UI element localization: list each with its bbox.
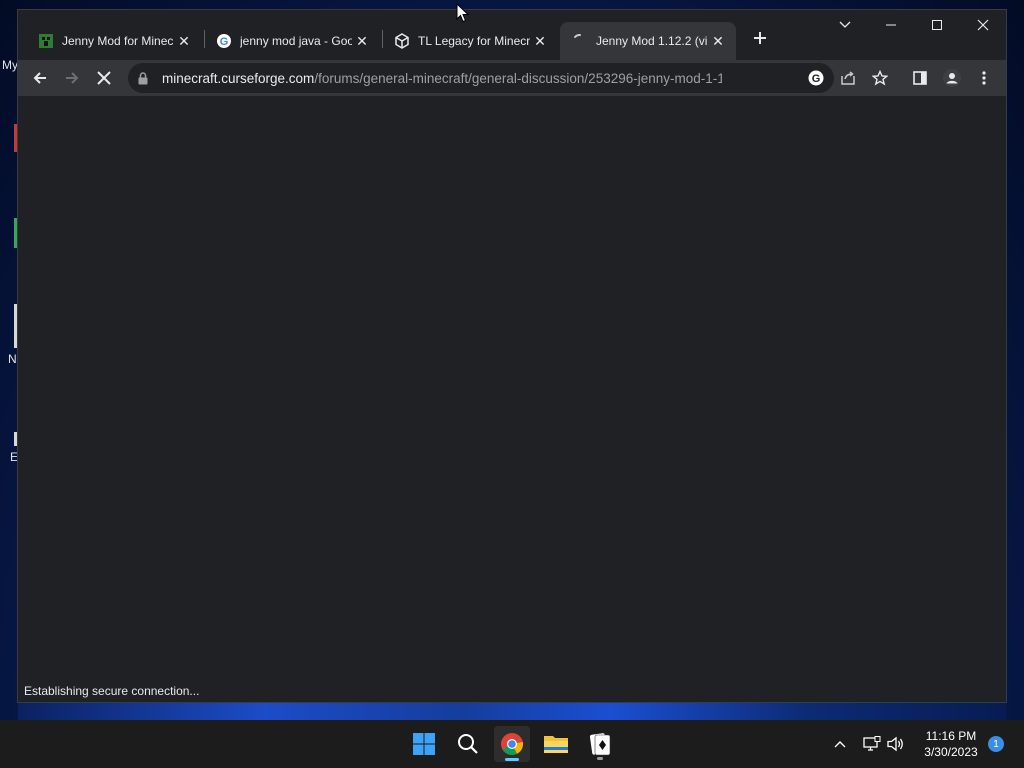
back-button[interactable]	[26, 64, 54, 92]
notification-badge[interactable]: 1	[988, 736, 1004, 752]
google-icon: G	[808, 70, 824, 86]
tab-strip: Jenny Mod for Minecraft ✕ G jenny mod ja…	[18, 10, 1006, 60]
windows-icon	[413, 733, 435, 755]
clock-time: 11:16 PM	[925, 729, 977, 743]
address-bar[interactable]: minecraft.curseforge.com/forums/general-…	[128, 63, 834, 93]
stop-loading-button[interactable]	[90, 64, 118, 92]
tab-title: Jenny Mod 1.12.2 (virus)	[596, 34, 708, 48]
network-icon	[863, 736, 881, 751]
search-icon	[458, 734, 478, 754]
tab-title: Jenny Mod for Minecraft	[62, 34, 174, 48]
page-content[interactable]: Establishing secure connection...	[18, 96, 1006, 702]
desktop-icon-label[interactable]: My	[2, 58, 18, 72]
tab-google-search[interactable]: G jenny mod java - Google Search ✕	[204, 22, 380, 60]
show-hidden-icons-button[interactable]	[830, 734, 850, 754]
bookmark-button[interactable]	[866, 64, 894, 92]
loading-spinner-icon	[572, 33, 588, 49]
minimize-button[interactable]	[868, 10, 914, 40]
plus-icon	[754, 32, 766, 44]
running-indicator	[597, 757, 603, 760]
volume-button[interactable]	[886, 734, 906, 754]
search-button[interactable]	[450, 726, 486, 762]
svg-text:G: G	[220, 36, 229, 48]
clock-date: 3/30/2023	[924, 745, 978, 759]
star-icon	[872, 70, 888, 86]
speaker-icon	[887, 736, 903, 752]
share-button[interactable]	[834, 64, 862, 92]
tab-close-icon[interactable]: ✕	[708, 31, 728, 51]
side-panel-button[interactable]	[906, 64, 934, 92]
taskbar-solitaire[interactable]	[582, 726, 618, 762]
desktop-icon-label[interactable]: N	[8, 352, 17, 366]
taskbar-file-explorer[interactable]	[538, 726, 574, 762]
tab-jenny-mod-active[interactable]: Jenny Mod 1.12.2 (virus) ✕	[560, 22, 736, 60]
tab-jenny-mod[interactable]: Jenny Mod for Minecraft ✕	[26, 22, 202, 60]
wallpaper-strip	[18, 702, 1006, 720]
chrome-icon	[501, 733, 524, 755]
google-icon: G	[216, 33, 232, 49]
cube-icon	[394, 33, 410, 49]
start-button[interactable]	[406, 726, 442, 762]
tab-close-icon[interactable]: ✕	[530, 31, 550, 51]
network-button[interactable]	[862, 734, 882, 754]
folder-icon	[544, 736, 568, 753]
chevron-down-icon	[839, 21, 851, 28]
active-indicator	[505, 758, 519, 761]
tab-search-button[interactable]	[822, 10, 868, 40]
tab-title: TL Legacy for Minecraft	[418, 34, 530, 48]
profile-button[interactable]	[938, 64, 966, 92]
arrow-right-icon	[66, 72, 79, 84]
chrome-menu-button[interactable]	[970, 64, 998, 92]
new-tab-button[interactable]	[748, 26, 772, 50]
close-icon	[97, 71, 111, 85]
minimize-icon	[886, 24, 896, 26]
status-bubble: Establishing secure connection...	[18, 680, 206, 702]
google-lens-button[interactable]: G	[804, 66, 828, 90]
taskbar: 11:16 PM 3/30/2023	[0, 720, 1024, 768]
share-icon	[841, 71, 855, 85]
browser-toolbar: minecraft.curseforge.com/forums/general-…	[18, 60, 1006, 96]
chrome-window: Jenny Mod for Minecraft ✕ G jenny mod ja…	[18, 10, 1006, 702]
tab-title: jenny mod java - Google Search	[240, 34, 352, 48]
more-vertical-icon	[982, 71, 986, 85]
tab-close-icon[interactable]: ✕	[174, 31, 194, 51]
mouse-cursor-icon	[456, 3, 470, 23]
arrow-left-icon	[33, 72, 46, 84]
svg-text:G: G	[812, 73, 821, 85]
close-window-button[interactable]	[960, 10, 1006, 40]
close-icon	[977, 19, 989, 31]
url-text: minecraft.curseforge.com/forums/general-…	[162, 71, 722, 86]
chevron-up-icon	[834, 741, 846, 748]
tab-tl-legacy[interactable]: TL Legacy for Minecraft ✕	[382, 22, 558, 60]
url-host: minecraft.curseforge.com	[162, 70, 315, 86]
creeper-icon	[38, 33, 54, 49]
lock-icon	[138, 71, 152, 85]
cards-icon	[589, 733, 611, 756]
url-path: /forums/general-minecraft/general-discus…	[314, 70, 722, 86]
taskbar-chrome[interactable]	[494, 726, 530, 762]
person-icon	[943, 69, 961, 87]
desktop-icon-label[interactable]: E	[10, 450, 18, 464]
side-panel-icon	[913, 71, 927, 85]
maximize-icon	[932, 20, 942, 30]
clock[interactable]: 11:16 PM 3/30/2023	[912, 728, 990, 760]
forward-button[interactable]	[58, 64, 86, 92]
maximize-button[interactable]	[914, 10, 960, 40]
tab-close-icon[interactable]: ✕	[352, 31, 372, 51]
